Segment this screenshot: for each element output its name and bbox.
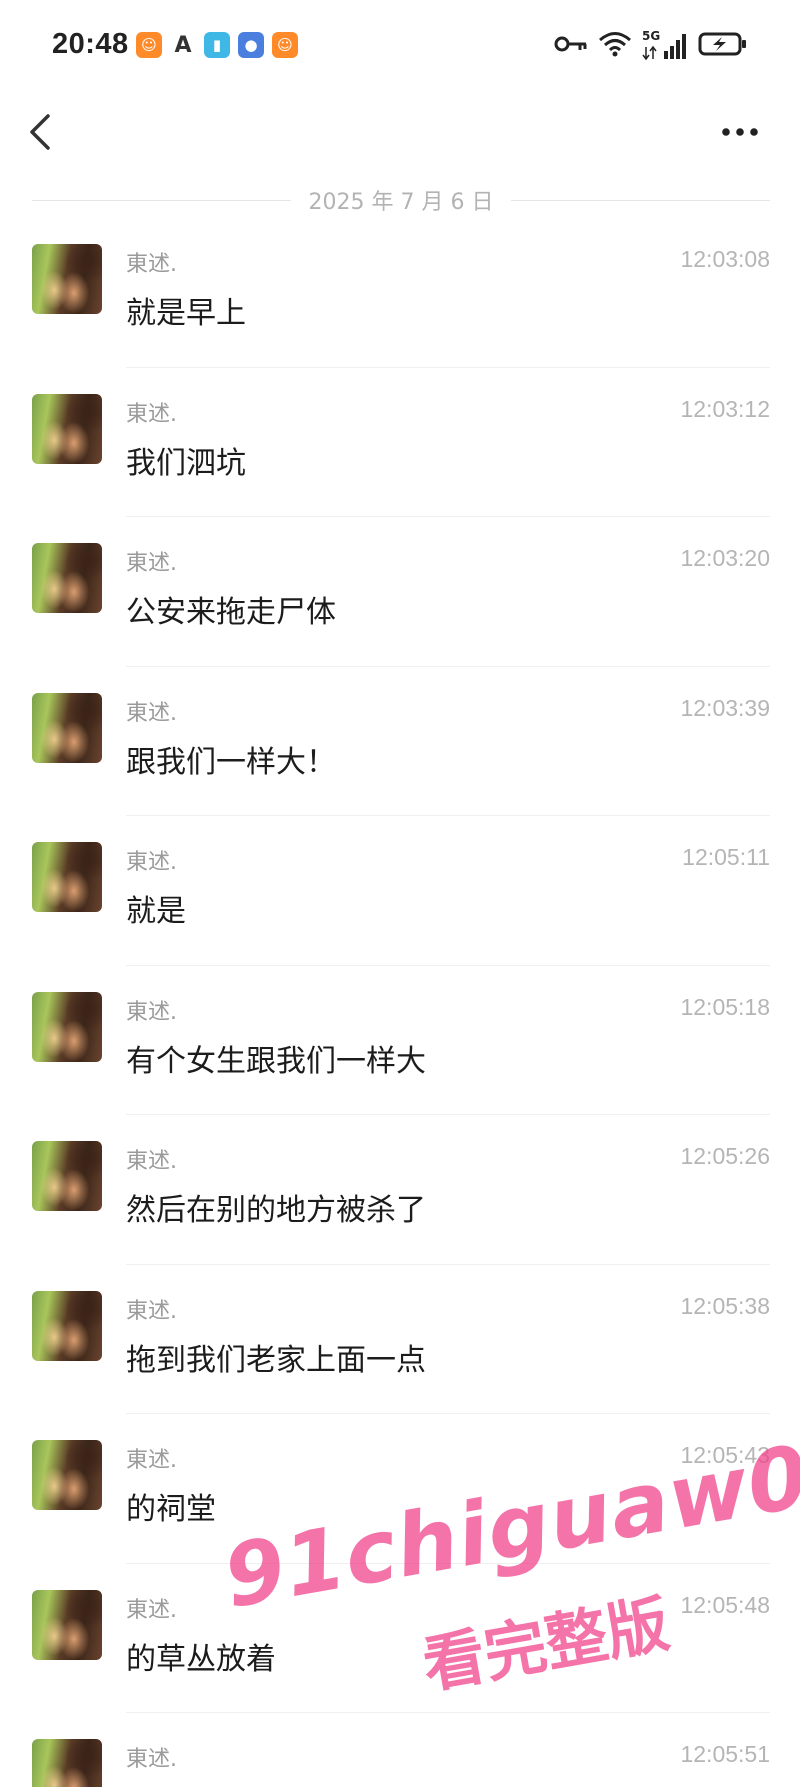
sender-name: 東述. [126,1597,177,1623]
avatar[interactable] [32,1440,102,1510]
message-time: 12:03:20 [680,545,770,571]
avatar[interactable] [32,1739,102,1787]
message-item[interactable]: 東述. 12:03:20 公安来拖走尸体 [0,517,800,667]
message-item[interactable]: 東述. 12:05:18 有个女生跟我们一样大 [0,966,800,1115]
message-text: 有个女生跟我们一样大 [126,1043,426,1079]
planet-app-icon: ● [238,32,264,58]
book-app-icon: ▮ [204,32,230,58]
avatar[interactable] [32,244,102,314]
message-time: 12:05:18 [680,993,770,1020]
message-time: 12:03:39 [680,694,770,721]
message-item[interactable]: 東述. 12:05:26 然后在别的地方被杀了 [0,1115,800,1265]
sender-name: 東述. [126,1448,177,1473]
message-text: 的草丛放着 [126,1641,276,1677]
key-icon [554,34,588,58]
signal-icon: 5G [642,29,688,61]
message-item[interactable]: 東述. 12:05:38 拖到我们老家上面一点 [0,1265,800,1414]
message-time: 12:05:48 [680,1591,770,1618]
message-item[interactable]: 東述. 12:05:11 就是 [0,816,800,966]
chat-header [0,96,800,166]
avatar[interactable] [32,692,102,763]
date-label: 2025 年 7 月 6 日 [308,190,494,215]
taobao-icon: ☺ [136,32,162,58]
status-indicators: 5G [554,29,748,62]
message-item[interactable]: 東述. 12:03:08 就是早上 [0,218,800,368]
message-item[interactable]: 東述. 12:03:39 跟我们一样大！ [0,667,800,816]
message-time: 12:03:08 [680,246,770,272]
avatar[interactable] [32,543,102,613]
message-time: 12:03:12 [680,395,770,422]
battery-charging-icon [698,31,748,61]
message-text: 的祠堂 [126,1492,216,1527]
message-time: 12:05:51 [680,1741,770,1767]
message-time: 12:05:26 [680,1143,770,1169]
back-button[interactable] [22,108,66,156]
sender-name: 東述. [126,1149,177,1174]
taobao-icon: ☺ [272,32,298,58]
message-text: 跟我们一样大！ [126,744,336,780]
avatar[interactable] [32,1589,102,1660]
divider-line [32,199,291,201]
message-time: 12:05:11 [682,844,770,870]
message-list[interactable]: 東述. 12:03:08 就是早上 東述. 12:03:12 我们泗坑 東述. 12:03:2… [0,218,800,1787]
notification-icons: ☺ A ▮ ● ☺ [136,32,298,58]
message-text: 然后在别的地方被杀了 [126,1193,426,1228]
message-text: 拖到我们老家上面一点 [126,1342,426,1378]
sender-name: 東述. [126,999,177,1025]
date-divider: 2025 年 7 月 6 日 [32,182,771,218]
status-time: 20:48 [52,28,129,60]
sender-name: 東述. [126,850,177,875]
message-text: 就是 [126,894,186,929]
more-dots-icon [722,128,758,136]
message-time: 12:05:43 [680,1442,770,1468]
chat-history-screen: 20:48 ☺ A ▮ ● ☺ 5G 2025 年 7 月 6 日 東述. 12… [0,0,800,1787]
sender-name: 東述. [126,700,177,726]
avatar[interactable] [32,393,102,464]
sender-name: 東述. [126,252,177,277]
more-options-button[interactable] [714,114,770,150]
status-bar: 20:48 ☺ A ▮ ● ☺ 5G [0,0,800,96]
sender-name: 東述. [126,401,177,427]
sender-name: 東述. [126,551,177,576]
message-item[interactable]: 東述. 12:05:48 的草丛放着 [0,1564,800,1713]
sender-name: 東述. [126,1298,177,1324]
message-item[interactable]: 東述. 12:03:12 我们泗坑 [0,368,800,517]
avatar[interactable] [32,842,102,912]
message-item[interactable]: 東述. 12:05:43 的祠堂 [0,1414,800,1564]
divider-line [511,199,771,201]
avatar[interactable] [32,991,102,1062]
avatar[interactable] [32,1141,102,1211]
avatar[interactable] [32,1290,102,1361]
sender-name: 東述. [126,1747,177,1772]
font-a-icon: A [174,32,192,58]
chevron-left-icon [30,114,50,150]
message-item[interactable]: 東述. 12:05:51 [0,1713,800,1787]
message-time: 12:05:38 [680,1292,770,1319]
message-text: 我们泗坑 [126,445,246,481]
wifi-icon [598,30,632,62]
message-text: 公安来拖走尸体 [126,595,336,630]
message-text: 就是早上 [126,296,246,331]
